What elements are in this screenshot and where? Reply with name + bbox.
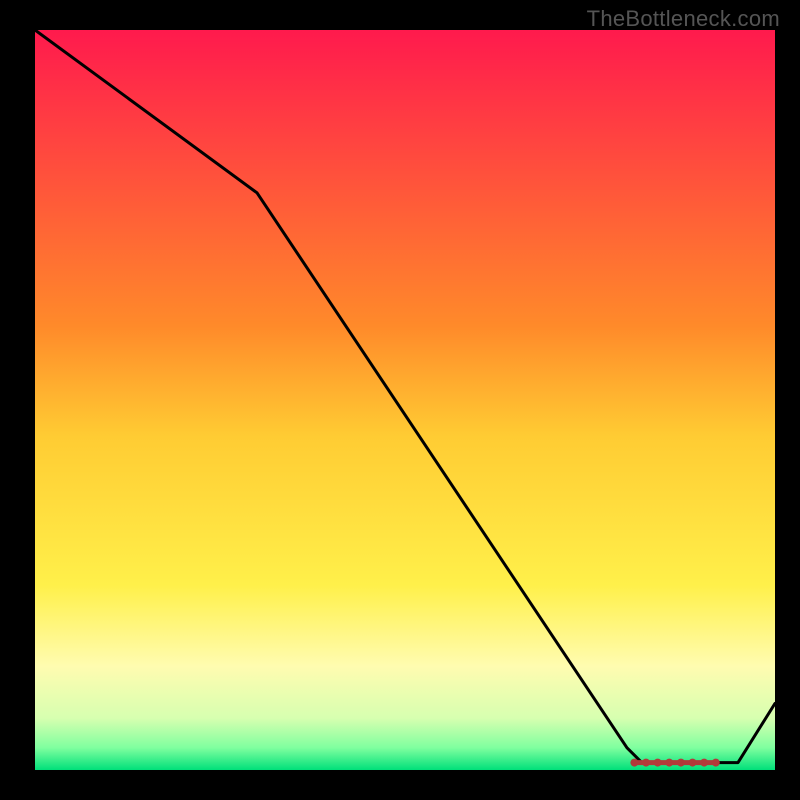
chart-container: TheBottleneck.com — [0, 0, 800, 800]
chart-svg — [35, 30, 775, 770]
watermark-text: TheBottleneck.com — [587, 6, 780, 32]
plot-area — [35, 30, 775, 770]
gradient-background — [35, 30, 775, 770]
